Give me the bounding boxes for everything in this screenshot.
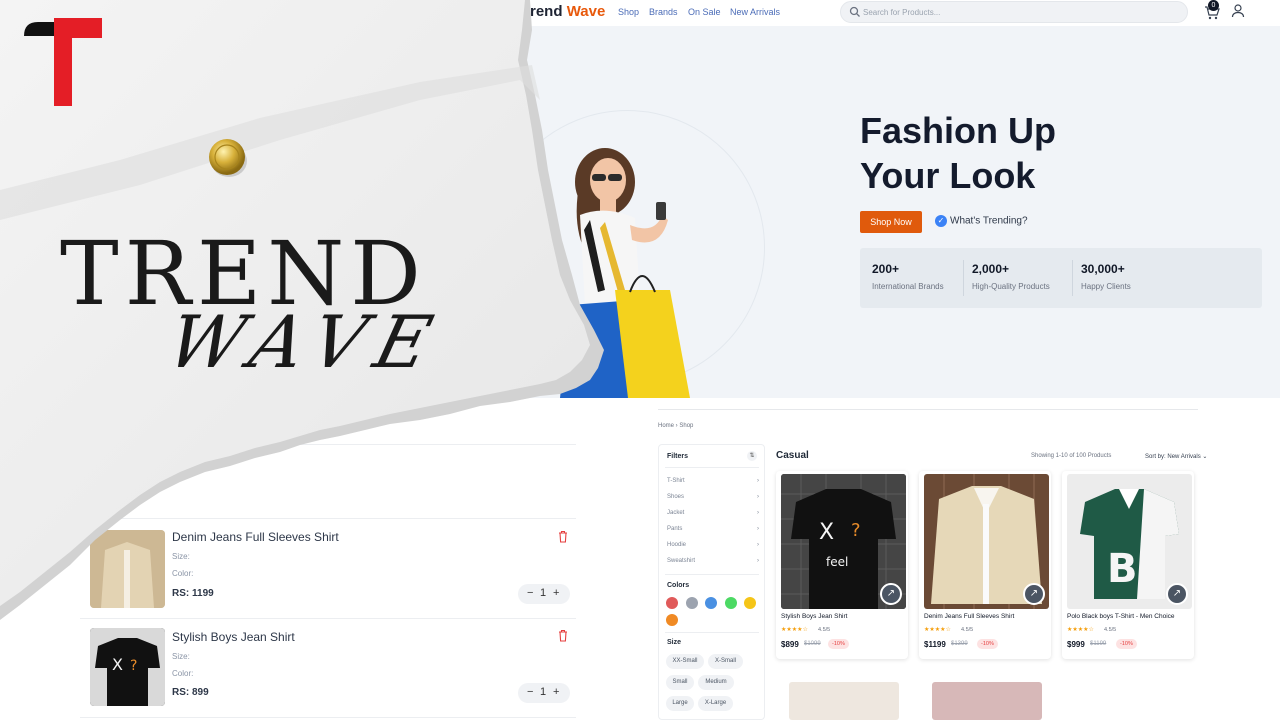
search-icon: [849, 6, 860, 17]
product-name[interactable]: Denim Jeans Full Sleeves Shirt: [924, 613, 1014, 620]
quantity-stepper[interactable]: − 1 +: [518, 683, 570, 703]
stat-brands: 200+ International Brands: [872, 262, 944, 291]
product-rating: 4.5/5: [961, 627, 974, 633]
product-card-partial[interactable]: [932, 682, 1042, 720]
colors-title: Colors: [667, 582, 690, 589]
check-badge-icon: ✓: [935, 215, 947, 227]
stat-divider: [1072, 260, 1073, 296]
filter-category-jacket[interactable]: Jacket ›: [667, 510, 759, 516]
breadcrumb-home[interactable]: Home: [658, 423, 674, 429]
color-swatch-green[interactable]: [725, 597, 737, 609]
cart-item-thumbnail[interactable]: X?: [90, 628, 165, 706]
sliders-icon[interactable]: ⇅: [747, 451, 757, 461]
svg-text:?: ?: [130, 658, 137, 674]
breadcrumb-shop[interactable]: Shop: [679, 423, 693, 429]
star-rating-icon: ★★★★☆: [1067, 627, 1094, 633]
trend-wave-logo-icon: [24, 18, 102, 106]
star-rating-icon: ★★★★☆: [924, 627, 951, 633]
size-option-x-small[interactable]: X-Small: [708, 654, 743, 669]
color-swatch-gray[interactable]: [686, 597, 698, 609]
arrow-up-right-icon[interactable]: ↗: [1166, 583, 1188, 605]
discount-badge: -10%: [828, 639, 849, 649]
star-rating-icon: ★★★★☆: [781, 627, 808, 633]
product-original-price: $1399: [951, 641, 968, 647]
whats-trending-link[interactable]: ✓ What's Trending?: [935, 215, 1028, 227]
color-swatch-yellow[interactable]: [744, 597, 756, 609]
breadcrumb: Home › Shop: [658, 423, 694, 429]
user-icon[interactable]: [1230, 3, 1246, 19]
arrow-up-right-icon[interactable]: ↗: [1023, 583, 1045, 605]
trending-label: What's Trending?: [950, 215, 1028, 227]
shop-screenshot: Home › Shop Filters ⇅ T-Shirt › Shoes › Ja…: [600, 398, 1280, 720]
size-option-large[interactable]: Large: [666, 696, 694, 711]
divider: [665, 467, 759, 468]
cart-item-price: RS: 899: [172, 687, 209, 698]
product-price: $899: [781, 640, 799, 649]
results-count: Showing 1-10 of 100 Products: [1031, 453, 1112, 459]
product-card[interactable]: B ↗ Polo Black boys T-Shirt - Men Choice…: [1062, 471, 1194, 659]
increment-button[interactable]: +: [553, 686, 559, 698]
product-card[interactable]: X ? feel ↗ Stylish Boys Jean Shirt ★★★★☆…: [776, 471, 908, 659]
cart-item-name[interactable]: Stylish Boys Jean Shirt: [172, 630, 295, 644]
svg-text:?: ?: [851, 520, 861, 541]
sort-dropdown[interactable]: Sort by: New Arrivals ⌄: [1145, 453, 1207, 460]
brand-title-wave: WAVE: [159, 300, 452, 384]
svg-text:B: B: [1107, 546, 1138, 592]
quantity-value: 1: [540, 686, 547, 698]
decrement-button[interactable]: −: [527, 686, 533, 698]
size-option-medium[interactable]: Medium: [698, 675, 734, 690]
divider: [665, 632, 759, 633]
product-original-price: $1099: [804, 641, 821, 647]
search-placeholder: Search for Products...: [863, 8, 941, 17]
product-rating: 4.5/5: [1104, 627, 1117, 633]
divider: [658, 409, 1198, 410]
discount-badge: -10%: [977, 639, 998, 649]
product-original-price: $1199: [1090, 641, 1107, 647]
filter-category-pants[interactable]: Pants ›: [667, 526, 759, 532]
nav-link-brands[interactable]: Brands: [649, 7, 678, 17]
filter-category-hoodie[interactable]: Hoodie ›: [667, 542, 759, 548]
product-price: $1199: [924, 640, 946, 649]
arrow-up-right-icon[interactable]: ↗: [880, 583, 902, 605]
size-option-small[interactable]: Small: [666, 675, 694, 690]
cart-count-badge: 0: [1208, 0, 1219, 11]
cart-item-color: Color:: [172, 669, 194, 678]
cart-item-size: Size:: [172, 652, 190, 661]
divider: [80, 717, 576, 718]
size-title: Size: [667, 639, 682, 646]
stat-clients: 30,000+ Happy Clients: [1081, 262, 1131, 291]
size-option-xx-small[interactable]: XX-Small: [666, 654, 704, 669]
product-name[interactable]: Polo Black boys T-Shirt - Men Choice: [1067, 613, 1175, 620]
svg-text:X: X: [819, 520, 834, 545]
nav-link-on-sale[interactable]: On Sale: [688, 7, 721, 17]
svg-text:feel: feel: [826, 555, 848, 569]
hero-title: Fashion Up Your Look: [860, 110, 1056, 196]
search-input[interactable]: Search for Products...: [840, 1, 1188, 23]
nav-link-new-arrivals[interactable]: New Arrivals: [730, 7, 780, 17]
color-swatch-orange[interactable]: [666, 614, 678, 626]
stat-divider: [963, 260, 964, 296]
size-option-x-large[interactable]: X-Large: [698, 696, 733, 711]
filter-category-shoes[interactable]: Shoes ›: [667, 494, 759, 500]
color-swatch-blue[interactable]: [705, 597, 717, 609]
stats-panel: 200+ International Brands 2,000+ High-Qual…: [860, 248, 1262, 308]
trash-icon[interactable]: [557, 629, 569, 642]
discount-badge: -10%: [1116, 639, 1137, 649]
category-title: Casual: [776, 450, 809, 461]
product-rating: 4.5/5: [818, 627, 831, 633]
stat-products: 2,000+ High-Quality Products: [972, 262, 1050, 291]
product-card[interactable]: ↗ Denim Jeans Full Sleeves Shirt ★★★★☆ 4…: [919, 471, 1051, 659]
filter-category-sweatshirt[interactable]: Sweatshirt ›: [667, 558, 759, 564]
product-name[interactable]: Stylish Boys Jean Shirt: [781, 613, 847, 620]
filters-panel: Filters ⇅ T-Shirt › Shoes › Jacket › Pants ›…: [658, 444, 765, 720]
filter-category-tshirt[interactable]: T-Shirt ›: [667, 478, 759, 484]
product-price: $999: [1067, 640, 1085, 649]
filters-title: Filters: [667, 453, 689, 460]
gold-pin-icon: [209, 139, 247, 177]
product-card-partial[interactable]: [789, 682, 899, 720]
shop-now-button[interactable]: Shop Now: [860, 211, 922, 233]
svg-text:X: X: [112, 655, 123, 674]
color-swatch-red[interactable]: [666, 597, 678, 609]
divider: [665, 574, 759, 575]
